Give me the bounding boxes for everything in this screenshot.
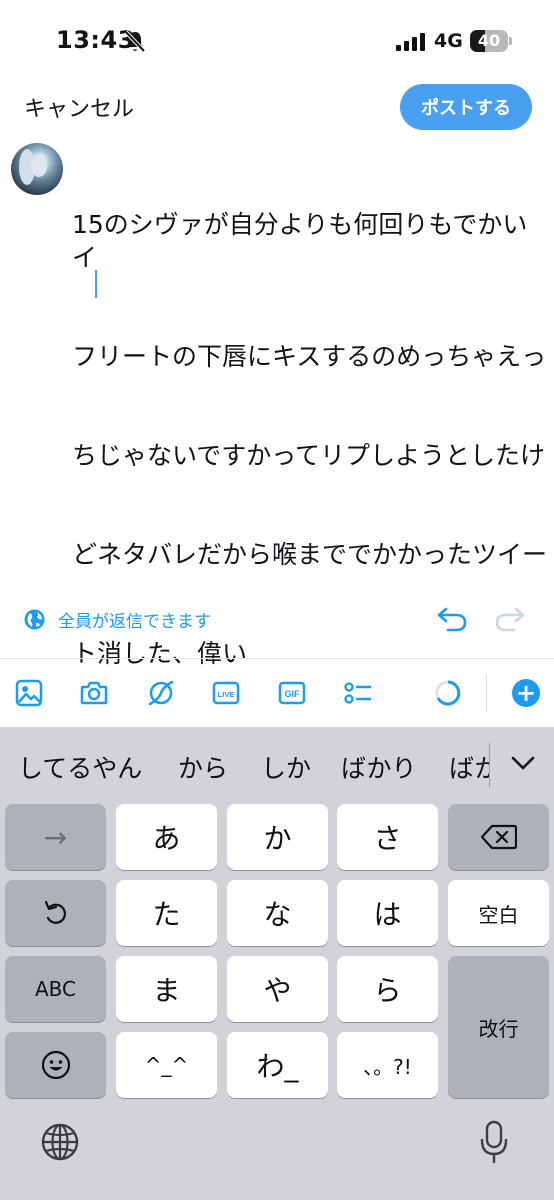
compose-line: 15のシヴァが自分よりも何回りもでかいイ [72, 210, 528, 272]
poll-icon[interactable] [343, 679, 373, 707]
network-type: 4G [434, 30, 463, 52]
scribble-icon[interactable] [147, 679, 175, 707]
key-ya[interactable]: や [227, 956, 328, 1022]
suggestion-item[interactable]: から [178, 749, 228, 785]
arrow-key[interactable]: → [5, 804, 106, 870]
key-a[interactable]: あ [116, 804, 217, 870]
undo-arrow-icon [44, 900, 66, 924]
battery-nub [509, 37, 512, 45]
globe-keyboard-icon[interactable] [40, 1122, 80, 1162]
key-ra[interactable]: ら [337, 956, 438, 1022]
bell-slash-icon [124, 30, 146, 53]
return-key[interactable]: 改行 [448, 956, 549, 1098]
avatar-face [31, 155, 47, 177]
redo-icon[interactable] [494, 604, 526, 632]
text-cursor [95, 270, 97, 298]
suggestion-item[interactable]: ばか [449, 749, 489, 785]
chevron-down-icon[interactable] [510, 751, 536, 775]
backspace-icon [480, 824, 517, 850]
key-ma[interactable]: ま [116, 956, 217, 1022]
kaomoji-key[interactable]: ^_^ [116, 1032, 217, 1098]
undo-icon[interactable] [436, 604, 468, 632]
compose-line: フリートの下唇にキスするのめっちゃえっ [72, 342, 547, 371]
undo-key[interactable] [5, 880, 106, 946]
gif-label: GIF [285, 689, 301, 699]
gif-icon[interactable]: GIF [278, 679, 306, 707]
punctuation-key[interactable]: 、。?! [337, 1032, 438, 1098]
signal-bars-icon [396, 33, 425, 51]
post-button[interactable]: ポストする [400, 84, 532, 130]
reply-settings[interactable]: 全員が返信できます [24, 606, 211, 632]
suggestion-item[interactable]: してるやん [18, 749, 142, 785]
compose-line: ちじゃないですかってリプしようとしたけ [72, 441, 546, 470]
compose-toolbar: LIVE GIF + [0, 659, 554, 727]
abc-key[interactable]: ABC [5, 956, 106, 1022]
battery-percent: 40 [477, 31, 501, 50]
key-sa[interactable]: さ [337, 804, 438, 870]
key-ta[interactable]: た [116, 880, 217, 946]
key-wa[interactable]: わ_ [227, 1032, 328, 1098]
progress-ring-icon [435, 680, 461, 706]
reply-settings-label: 全員が返信できます [58, 611, 211, 632]
key-ka[interactable]: か [227, 804, 328, 870]
keyboard: してるやん から しか ばかり ばか → あ か さ た な は 空白 ABC … [0, 727, 554, 1200]
space-key[interactable]: 空白 [448, 880, 549, 946]
live-label: LIVE [218, 690, 235, 699]
camera-icon[interactable] [80, 679, 108, 707]
microphone-icon[interactable] [480, 1120, 508, 1164]
smiley-icon [41, 1050, 70, 1080]
avatar[interactable] [11, 143, 63, 195]
battery-icon: 40 [470, 30, 508, 52]
backspace-key[interactable] [448, 804, 549, 870]
suggestion-bar: してるやん から しか ばかり ばか [0, 727, 554, 801]
globe-icon [24, 609, 45, 629]
suggestion-divider [489, 743, 490, 787]
image-icon[interactable] [15, 679, 43, 707]
cancel-button[interactable]: キャンセル [24, 91, 134, 123]
toolbar-separator [486, 674, 487, 712]
key-na[interactable]: な [227, 880, 328, 946]
add-icon[interactable]: + [512, 679, 540, 707]
suggestion-item[interactable]: しか [261, 749, 311, 785]
live-icon[interactable]: LIVE [212, 679, 240, 707]
emoji-key[interactable] [5, 1032, 106, 1098]
suggestion-list: してるやん から しか ばかり ばか [0, 727, 489, 801]
status-bar: 13:43 4G 40 [0, 0, 554, 84]
compose-line: どネタバレだから喉まででかかったツイー [72, 540, 548, 569]
key-ha[interactable]: は [337, 880, 438, 946]
suggestion-item[interactable]: ばかり [341, 749, 417, 785]
